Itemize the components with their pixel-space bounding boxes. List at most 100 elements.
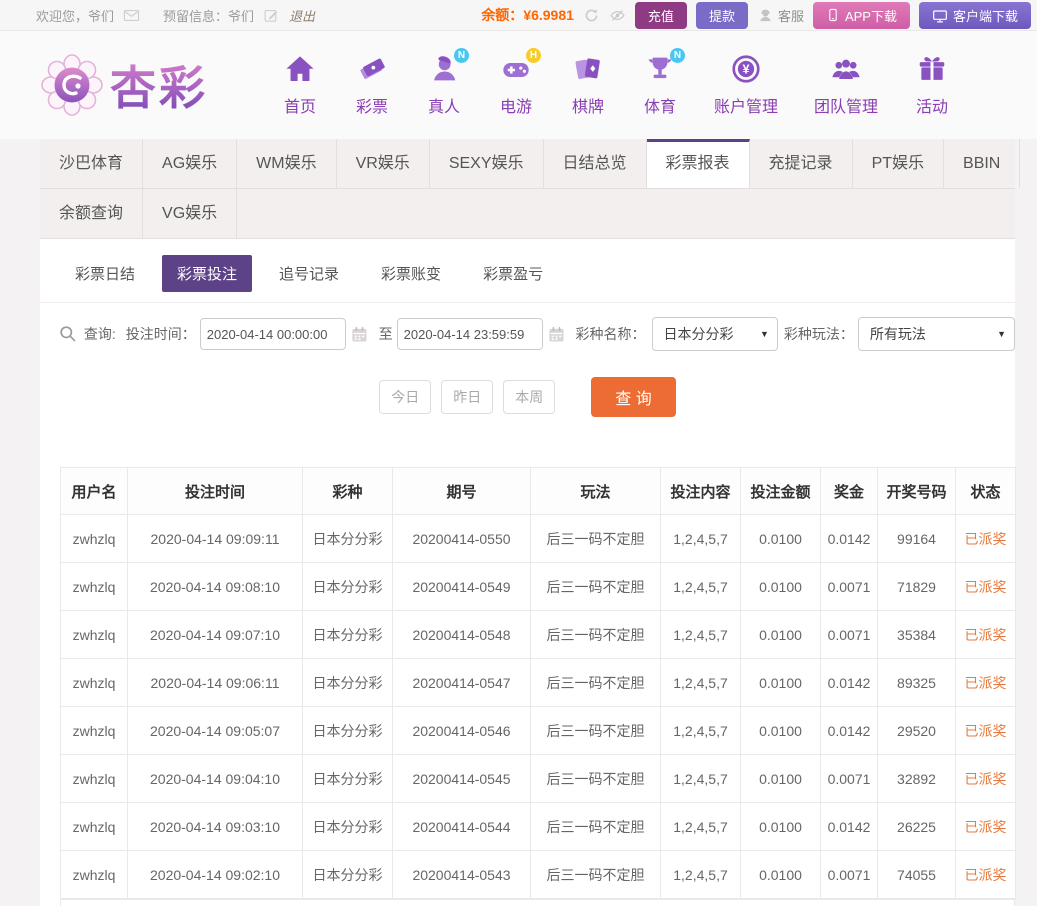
topbar: 欢迎您，爷们 预留信息：爷们 退出 余额：¥6.9981 充值 提款 客服 AP…	[0, 0, 1037, 31]
tab[interactable]: 充提记录	[750, 139, 853, 188]
team-icon	[830, 53, 862, 85]
yesterday-button[interactable]: 昨日	[441, 380, 494, 414]
cell: 日本分分彩	[302, 610, 393, 659]
recharge-button[interactable]: 充值	[634, 1, 687, 29]
sub-tab[interactable]: 追号记录	[264, 255, 354, 292]
cell: 74055	[877, 850, 956, 899]
coin-icon: ¥	[730, 53, 762, 85]
cell: 2020-04-14 09:06:11	[127, 658, 303, 707]
app-download-button[interactable]: APP下载	[812, 1, 910, 29]
sub-tab[interactable]: 彩票投注	[162, 255, 253, 292]
status-cell: 已派奖	[955, 802, 1016, 851]
customer-service-link[interactable]: 客服	[757, 6, 804, 25]
cell: 日本分分彩	[302, 754, 393, 803]
cell: 20200414-0543	[392, 850, 531, 899]
withdraw-button[interactable]: 提款	[695, 1, 748, 29]
badge-h: H	[526, 48, 541, 63]
column-header: 投注金额	[740, 467, 821, 515]
service-person-icon	[757, 7, 774, 24]
tab[interactable]: 彩票报表	[646, 139, 750, 188]
edit-icon[interactable]	[263, 7, 280, 24]
nav-item[interactable]: 团队管理	[814, 53, 878, 117]
cell: 日本分分彩	[302, 514, 393, 563]
badge-n: N	[670, 48, 685, 63]
logout-link[interactable]: 退出	[289, 6, 315, 25]
cell: 0.0142	[820, 514, 878, 563]
table-row: zwhzlq 2020-04-14 09:09:11 日本分分彩 20200414-0…	[60, 514, 1016, 563]
cell: 1,2,4,5,7	[660, 754, 741, 803]
cell: 后三一码不定胆	[530, 562, 661, 611]
nav-item[interactable]: 活动	[914, 53, 950, 117]
quick-range-bar: 今日 昨日 本周 查 询	[40, 377, 1015, 417]
calendar-icon[interactable]	[547, 325, 566, 344]
tab[interactable]: VR娱乐	[337, 139, 430, 188]
tab[interactable]: 沙巴体育	[40, 139, 144, 188]
sub-tab[interactable]: 彩票盈亏	[468, 255, 558, 292]
table-row: zwhzlq 2020-04-14 09:03:10 日本分分彩 20200414-0…	[60, 802, 1016, 851]
bet-time-start-input[interactable]	[199, 318, 346, 350]
status-cell: 已派奖	[955, 850, 1016, 899]
column-header: 开奖号码	[877, 467, 956, 515]
cell: zwhzlq	[60, 850, 128, 899]
tab[interactable]: AG娱乐	[143, 139, 238, 188]
cell: 日本分分彩	[302, 802, 393, 851]
eye-off-icon[interactable]	[609, 7, 626, 24]
tab[interactable]: SEXY娱乐	[430, 139, 544, 188]
balance: 余额：¥6.9981	[481, 7, 574, 23]
cell: 20200414-0547	[392, 658, 531, 707]
cell: 0.0142	[820, 658, 878, 707]
cell: 日本分分彩	[302, 706, 393, 755]
site-header: 杏彩 首页 彩票 N 真人 H 电游 棋牌 N 体育 ¥ 账户管理 团队管理 活动	[0, 31, 1037, 139]
search-icon	[58, 324, 78, 344]
sub-tab[interactable]: 彩票日结	[60, 255, 150, 292]
nav-item[interactable]: ¥ 账户管理	[714, 53, 778, 117]
status-cell: 已派奖	[955, 754, 1016, 803]
client-download-button[interactable]: 客户端下载	[918, 1, 1031, 29]
lottery-select[interactable]: 日本分分彩 ▼	[651, 317, 778, 351]
calendar-icon[interactable]	[350, 325, 369, 344]
cell: 2020-04-14 09:04:10	[127, 754, 303, 803]
sub-tab[interactable]: 彩票账变	[366, 255, 456, 292]
nav-item-label: 首页	[283, 99, 316, 116]
tab[interactable]: PT娱乐	[853, 139, 945, 188]
refresh-icon[interactable]	[583, 7, 600, 24]
home-icon	[284, 53, 316, 85]
nav-item-label: 棋牌	[571, 99, 604, 116]
tab[interactable]: WM娱乐	[237, 139, 337, 188]
cell: 0.0142	[820, 802, 878, 851]
live-person-icon: N	[428, 48, 469, 85]
nav-item[interactable]: N 体育	[642, 48, 685, 117]
sub-tab-bar: 彩票日结 彩票投注 追号记录 彩票账变 彩票盈亏	[40, 239, 1015, 303]
tab[interactable]: BBIN	[944, 139, 1021, 188]
cell: 2020-04-14 09:02:10	[127, 850, 303, 899]
cell: 后三一码不定胆	[530, 850, 661, 899]
mail-icon[interactable]	[123, 7, 140, 24]
tab[interactable]: 余额查询	[40, 189, 144, 238]
cell: 日本分分彩	[302, 850, 393, 899]
partial-next-row	[60, 899, 1015, 906]
bet-time-end-input[interactable]	[396, 318, 543, 350]
cell: zwhzlq	[60, 514, 128, 563]
nav-item[interactable]: 彩票	[354, 53, 390, 117]
brand-logo[interactable]: 杏彩	[40, 52, 208, 118]
play-type-select[interactable]: 所有玩法 ▼	[857, 317, 1015, 351]
nav-item[interactable]: 棋牌	[570, 53, 606, 117]
nav-item-label: 活动	[916, 99, 949, 116]
cell: 2020-04-14 09:07:10	[127, 610, 303, 659]
nav-item[interactable]: H 电游	[498, 48, 541, 117]
tab[interactable]: 日结总览	[544, 139, 647, 188]
cell: 71829	[877, 562, 956, 611]
cell: 20200414-0545	[392, 754, 531, 803]
tab[interactable]: VG娱乐	[143, 189, 238, 238]
cell: 20200414-0549	[392, 562, 531, 611]
reserved-info-text: 预留信息：爷们	[163, 8, 255, 24]
tab[interactable]: 账变报表	[1020, 139, 1037, 188]
column-header: 彩种	[302, 467, 393, 515]
today-button[interactable]: 今日	[379, 380, 432, 414]
nav-item-label: 彩票	[355, 99, 388, 116]
search-button[interactable]: 查 询	[591, 377, 676, 417]
nav-item[interactable]: N 真人	[426, 48, 469, 117]
nav-item[interactable]: 首页	[282, 53, 318, 117]
cell: 1,2,4,5,7	[660, 562, 741, 611]
this-week-button[interactable]: 本周	[503, 380, 556, 414]
